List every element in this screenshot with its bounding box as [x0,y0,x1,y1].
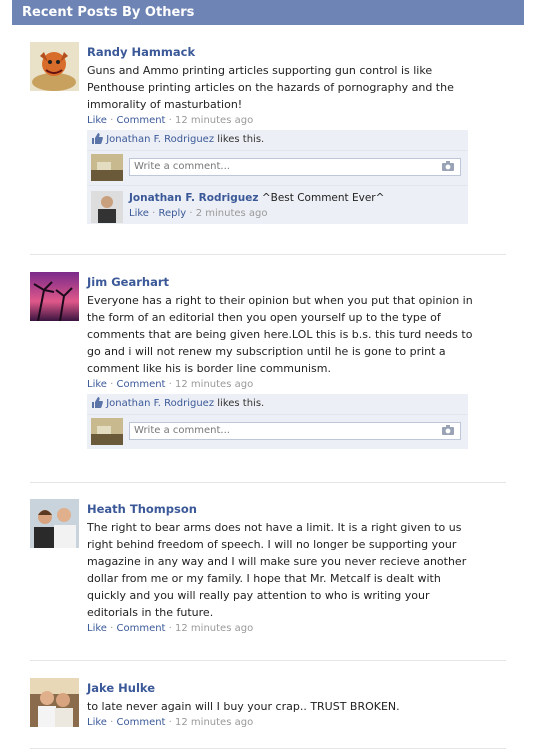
reply-author[interactable]: Jonathan F. Rodriguez [129,192,258,204]
comment-composer: Write a comment... [87,415,468,449]
like-link[interactable]: Like [87,717,107,728]
avatar[interactable] [30,499,79,548]
avatar [91,154,123,181]
comment-composer: Write a comment... [87,151,468,186]
timestamp: 12 minutes ago [175,379,254,390]
reply-link[interactable]: Reply [158,208,186,219]
thumbs-up-icon [92,397,103,408]
camera-icon[interactable] [442,425,454,435]
like-link[interactable]: Like [129,208,149,219]
post-author[interactable]: Heath Thompson [87,502,477,516]
like-summary: Jonathan F. Rodriguez likes this. [87,130,468,151]
avatar[interactable] [91,191,123,223]
comment-input[interactable]: Write a comment... [129,158,461,176]
divider [30,748,506,749]
timestamp: 12 minutes ago [175,623,254,634]
reply-text: ^Best Comment Ever^ [261,192,385,204]
comment-input[interactable]: Write a comment... [129,422,461,440]
comments-box: Jonathan F. Rodriguez likes this. Write … [87,130,468,224]
post-meta: Like · Comment · 12 minutes ago [87,717,254,728]
post-author[interactable]: Jake Hulke [87,681,477,695]
timestamp: 12 minutes ago [175,115,254,126]
post-meta: Like · Comment · 12 minutes ago [87,623,254,634]
reply-comment: Jonathan F. Rodriguez ^Best Comment Ever… [87,186,468,224]
like-link[interactable]: Like [87,115,107,126]
comment-link[interactable]: Comment [116,623,165,634]
post-author[interactable]: Randy Hammack [87,45,477,59]
divider [30,254,506,255]
like-link[interactable]: Like [87,623,107,634]
timestamp: 2 minutes ago [195,208,268,219]
post-meta: Like · Comment · 12 minutes ago [87,115,254,126]
post-text: Everyone has a right to their opinion bu… [87,294,473,375]
post-text: to late never again will I buy your crap… [87,700,400,713]
comment-link[interactable]: Comment [116,115,165,126]
section-title: Recent Posts By Others [22,5,195,20]
avatar[interactable] [30,678,79,727]
post-text: The right to bear arms does not have a l… [87,521,467,619]
comment-link[interactable]: Comment [116,717,165,728]
divider [30,660,506,661]
like-link[interactable]: Like [87,379,107,390]
thumbs-up-icon [92,133,103,144]
section-header: Recent Posts By Others [12,0,524,25]
avatar[interactable] [30,42,79,91]
comments-box: Jonathan F. Rodriguez likes this. Write … [87,394,468,449]
avatar[interactable] [30,272,79,321]
liker-name[interactable]: Jonathan F. Rodriguez [106,398,214,409]
divider [30,482,506,483]
post-meta: Like · Comment · 12 minutes ago [87,379,254,390]
post-text: Guns and Ammo printing articles supporti… [87,64,454,111]
comment-link[interactable]: Comment [116,379,165,390]
timestamp: 12 minutes ago [175,717,254,728]
post-author[interactable]: Jim Gearhart [87,275,477,289]
avatar [91,418,123,445]
like-summary: Jonathan F. Rodriguez likes this. [87,394,468,415]
liker-name[interactable]: Jonathan F. Rodriguez [106,134,214,145]
camera-icon[interactable] [442,161,454,171]
